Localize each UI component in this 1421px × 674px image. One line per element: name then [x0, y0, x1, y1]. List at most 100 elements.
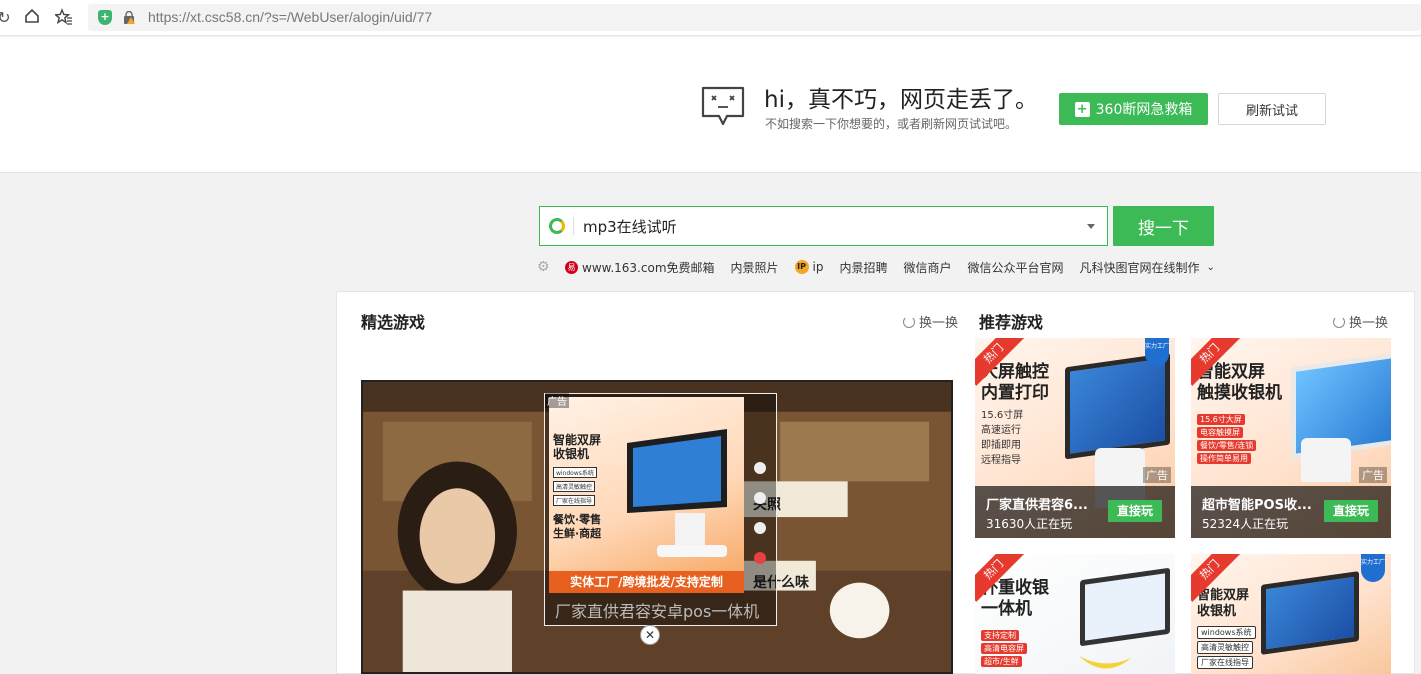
- card-art-title: 智能双屏 触摸收银机: [1197, 362, 1282, 403]
- sad-face-icon: [701, 86, 745, 126]
- quick-link-wechat-merchant[interactable]: 微信商户: [904, 259, 952, 276]
- card-art-tag: 餐饮/零售/连锁: [1197, 440, 1257, 451]
- search-button[interactable]: 搜一下: [1113, 206, 1214, 246]
- carousel-dot[interactable]: [754, 492, 766, 504]
- card-art-tag: 厂家在线指导: [1197, 656, 1253, 669]
- ad-image-categories: 餐饮·零售 生鲜·商超: [553, 513, 602, 540]
- error-subtitle: 不如搜索一下你想要的，或者刷新网页试试吧。: [765, 117, 1018, 131]
- carousel-dot[interactable]: [754, 522, 766, 534]
- card-art-tag: windows系统: [1197, 626, 1256, 639]
- card-art-tags: 支持定制 高清电容屏 超市/生鲜: [981, 630, 1027, 667]
- carousel-dot[interactable]: [754, 462, 766, 474]
- card-players: 52324人正在玩: [1202, 517, 1289, 531]
- quick-link-label: 凡科快图官网在线制作: [1079, 260, 1200, 275]
- card-title[interactable]: 厂家直供君容6...: [986, 494, 1106, 513]
- refresh-icon: [903, 315, 915, 328]
- recommend-card[interactable]: 大屏触控 内置打印 15.6寸屏 高速运行 即插即用 远程指导 热门 实力工厂 …: [975, 338, 1175, 538]
- home-icon[interactable]: [22, 8, 42, 28]
- quick-link-photos[interactable]: 内景照片: [731, 259, 779, 276]
- pos-terminal-image: [627, 429, 727, 557]
- pos-stand-image: [1301, 438, 1351, 482]
- refresh-button[interactable]: 刷新试试: [1218, 93, 1326, 125]
- close-icon[interactable]: ✕: [640, 625, 660, 645]
- ad-image-tag: 高清灵敏触控: [553, 481, 596, 492]
- card-art-tag: 高清电容屏: [981, 643, 1027, 654]
- ad-carousel-dots: [754, 462, 766, 564]
- card-art-tag: 操作简单易用: [1197, 453, 1251, 464]
- search-divider: [573, 217, 574, 235]
- recommend-refresh-label: 换一换: [1349, 316, 1389, 331]
- browser-toolbar: ↻ + https://xt.csc58.cn/?s=/WebUser/alog…: [0, 0, 1421, 36]
- card-art-tag: 支持定制: [981, 630, 1019, 641]
- ad-image-tag: 厂家在线指导: [553, 495, 596, 506]
- address-bar[interactable]: + https://xt.csc58.cn/?s=/WebUser/alogin…: [88, 4, 1421, 31]
- quick-link-163[interactable]: 易 www.163.com免费邮箱: [565, 259, 715, 276]
- card-players: 31630人正在玩: [986, 517, 1073, 531]
- featured-refresh-label: 换一换: [919, 316, 959, 331]
- reload-icon[interactable]: ↻: [0, 8, 14, 28]
- quick-link-jobs[interactable]: 内景招聘: [839, 259, 887, 276]
- card-art-tag: 超市/生鲜: [981, 656, 1022, 667]
- featured-games-title: 精选游戏: [361, 313, 426, 332]
- recommend-card[interactable]: 杯重收银 一体机 支持定制 高清电容屏 超市/生鲜 热门: [975, 554, 1175, 674]
- card-art-subtitle: 15.6寸屏 高速运行 即插即用 远程指导: [981, 410, 1024, 466]
- play-now-button[interactable]: 直接玩: [1108, 500, 1162, 522]
- card-art-tags: 15.6寸大屏 电容触摸屏 餐饮/零售/连锁 操作简单易用: [1197, 414, 1257, 464]
- quick-link-fanke[interactable]: 凡科快图官网在线制作 ⌄: [1080, 259, 1215, 276]
- 360-search-logo-icon: [549, 218, 565, 234]
- netease-icon: 易: [565, 260, 578, 274]
- recommend-card[interactable]: 智能双屏 触摸收银机 15.6寸大屏 电容触摸屏 餐饮/零售/连锁 操作简单易用…: [1191, 338, 1391, 538]
- quick-link-wechat-official[interactable]: 微信公众平台官网: [968, 259, 1064, 276]
- card-art-tag: 15.6寸大屏: [1197, 414, 1245, 425]
- recommend-card[interactable]: 智能双屏 收银机 windows系统 高清灵敏触控 厂家在线指导 热门 实力工厂: [1191, 554, 1391, 674]
- ad-image-tag: windows系统: [553, 467, 597, 478]
- carousel-dot-active[interactable]: [754, 552, 766, 564]
- lock-warning-icon[interactable]: [123, 11, 135, 24]
- ad-image-tags: windows系统 高清灵敏触控 厂家在线指导: [553, 467, 597, 506]
- ad-image-banner: 实体工厂/跨境批发/支持定制: [549, 571, 744, 593]
- ad-label: 广告: [545, 393, 569, 408]
- url-text[interactable]: https://xt.csc58.cn/?s=/WebUser/alogin/u…: [148, 9, 432, 25]
- search-box[interactable]: [539, 206, 1108, 246]
- quick-link-label: ip: [812, 260, 824, 274]
- ad-image[interactable]: 智能双屏收银机 windows系统 高清灵敏触控 厂家在线指导 餐饮·零售 生鲜…: [549, 397, 744, 593]
- chevron-down-icon[interactable]: ⌄: [1207, 262, 1215, 273]
- factory-badge: 实力工厂: [1361, 554, 1385, 582]
- error-banner: hi，真不巧，网页走丢了。 不如搜索一下你想要的，或者刷新网页试试吧。 + 36…: [0, 37, 1421, 173]
- refresh-icon: [1333, 315, 1345, 328]
- ad-image-title: 智能双屏收银机: [553, 433, 602, 461]
- card-art-tag: 高清灵敏触控: [1197, 641, 1253, 654]
- card-art-tags: windows系统 高清灵敏触控 厂家在线指导: [1197, 626, 1256, 669]
- quick-link-label: www.163.com免费邮箱: [582, 260, 715, 275]
- factory-badge: 实力工厂: [1145, 338, 1169, 366]
- card-art-title: 杯重收银 一体机: [981, 578, 1049, 619]
- card-art-title: 智能双屏 收银机: [1197, 588, 1250, 619]
- first-aid-icon: +: [1074, 101, 1090, 117]
- banana-image: [1079, 656, 1131, 669]
- quick-links: ⚙ 易 www.163.com免费邮箱 内景照片 IP ip 内景招聘 微信商户…: [537, 258, 1231, 276]
- favorites-star-icon[interactable]: [53, 8, 74, 28]
- ad-caption[interactable]: 厂家直供君容安卓pos一体机: [555, 598, 765, 622]
- ad-tag: 广告: [1359, 467, 1387, 483]
- ad-tag: 广告: [1143, 467, 1171, 483]
- gear-icon[interactable]: ⚙: [537, 260, 551, 274]
- search-history-dropdown-icon[interactable]: [1087, 224, 1095, 229]
- card-title[interactable]: 超市智能POS收...: [1202, 494, 1322, 513]
- card-art-title: 大屏触控 内置打印: [981, 362, 1049, 403]
- pos-screen-image: [1065, 352, 1170, 460]
- quick-link-ip[interactable]: IP ip: [794, 260, 824, 274]
- play-now-button[interactable]: 直接玩: [1324, 500, 1378, 522]
- network-rescue-label: 360断网急救箱: [1095, 102, 1193, 118]
- card-art-tag: 电容触摸屏: [1197, 427, 1243, 438]
- recommended-games-title: 推荐游戏: [979, 313, 1044, 332]
- card-info-bar: 厂家直供君容6... 31630人正在玩 直接玩: [975, 486, 1175, 538]
- pos-screen-image: [1080, 567, 1170, 647]
- error-title: hi，真不巧，网页走丢了。: [764, 87, 1038, 113]
- featured-refresh-link[interactable]: 换一换: [903, 312, 958, 331]
- security-shield-icon[interactable]: +: [98, 10, 112, 25]
- card-info-bar: 超市智能POS收... 52324人正在玩 直接玩: [1191, 486, 1391, 538]
- network-rescue-button[interactable]: + 360断网急救箱: [1059, 93, 1208, 125]
- recommend-refresh-link[interactable]: 换一换: [1333, 312, 1388, 331]
- ip-icon: IP: [794, 260, 809, 274]
- search-input[interactable]: [583, 215, 1063, 237]
